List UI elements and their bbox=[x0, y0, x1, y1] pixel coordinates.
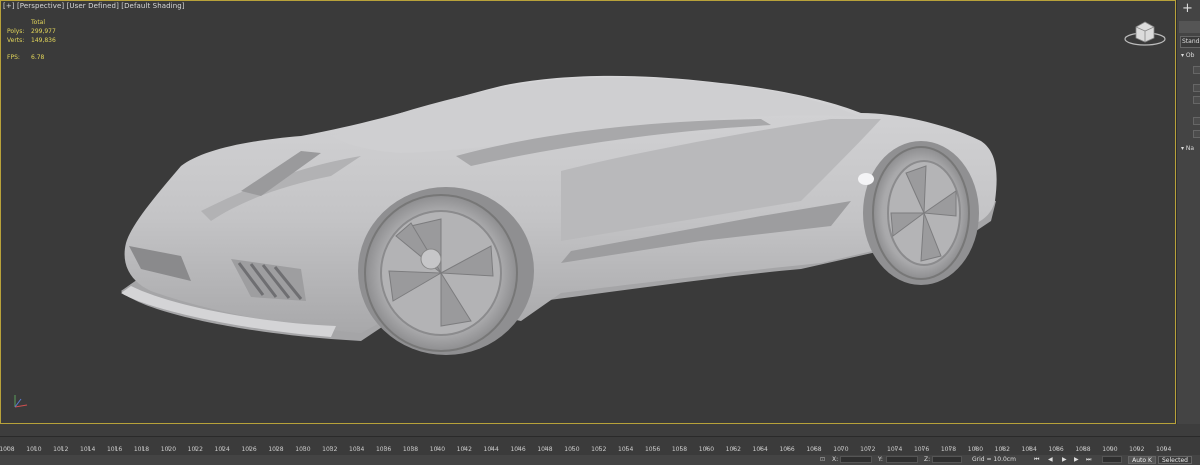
timeline-frame-label: 1014 bbox=[80, 446, 96, 453]
timeline-frame-label: 1048 bbox=[537, 446, 553, 453]
object-type-icons[interactable] bbox=[1179, 21, 1200, 33]
timeline-frame-label: 1058 bbox=[671, 446, 688, 453]
timeline-frame-label: 1020 bbox=[160, 446, 177, 453]
timeline-frame-label: 1080 bbox=[967, 446, 984, 453]
viewcube-icon[interactable] bbox=[1123, 17, 1167, 47]
timeline-frame-label: 1056 bbox=[644, 446, 661, 453]
timeline-frame-label: 1068 bbox=[806, 446, 822, 453]
timeline-frame-label: 1086 bbox=[1048, 446, 1064, 453]
timeline-frame-label: 1072 bbox=[860, 446, 876, 453]
z-coord-label: Z: bbox=[924, 456, 931, 463]
polys-value: 299,977 bbox=[31, 28, 56, 35]
x-coord-label: X: bbox=[832, 456, 839, 463]
timeline-frame-label: 1038 bbox=[402, 446, 419, 453]
polys-label: Polys: bbox=[7, 28, 25, 35]
axis-gizmo-icon bbox=[14, 395, 28, 408]
timeline-frame-label: 1016 bbox=[106, 446, 123, 453]
viewport-label[interactable]: [+] [Perspective] [User Defined] [Defaul… bbox=[3, 2, 185, 10]
timeline-frame-label: 1084 bbox=[1021, 446, 1037, 453]
timeline-frame-label: 1024 bbox=[214, 446, 230, 453]
timeline-frame-label: 1010 bbox=[26, 446, 42, 453]
object-type-rollout-label: Ob bbox=[1185, 52, 1195, 59]
object-category-dropdown[interactable]: Standa bbox=[1180, 36, 1200, 48]
create-tab-button[interactable]: + bbox=[1182, 1, 1193, 16]
stats-total: Total bbox=[31, 19, 46, 26]
timeline-frame-label: 1022 bbox=[187, 446, 203, 453]
status-bar: ⊡ X: Y: Z: Grid = 10.0cm ⏮ ◀ ▶ ▶ ⏭ Auto … bbox=[0, 455, 1200, 465]
timeline-frame-label: 1066 bbox=[779, 446, 795, 453]
timeline-frame-label: 1040 bbox=[429, 446, 446, 453]
perspective-viewport[interactable]: [+] [Perspective] [User Defined] [Defaul… bbox=[0, 0, 1176, 424]
timeline-frame-label: 1042 bbox=[456, 446, 472, 453]
panel-button-5[interactable] bbox=[1193, 130, 1200, 138]
x-coord-field[interactable] bbox=[840, 456, 872, 463]
auto-key-button[interactable]: Auto K bbox=[1128, 456, 1156, 464]
timeline-frame-label: 1044 bbox=[483, 446, 499, 453]
timeline-frame-label: 1092 bbox=[1129, 446, 1145, 453]
panel-button-3[interactable] bbox=[1193, 96, 1200, 104]
object-type-rollout[interactable]: ▾ Ob bbox=[1181, 52, 1194, 59]
panel-button-1[interactable] bbox=[1193, 66, 1200, 74]
timeline-frame-label: 1078 bbox=[940, 446, 957, 453]
timeline-frame-label: 1018 bbox=[133, 446, 150, 453]
fps-value: 6.78 bbox=[31, 54, 45, 61]
grid-size-text: Grid = 10.0cm bbox=[972, 456, 1016, 463]
z-coord-field[interactable] bbox=[932, 456, 962, 463]
timeline-frame-label: 1064 bbox=[752, 446, 768, 453]
previous-frame-icon[interactable]: ◀ bbox=[1048, 456, 1053, 463]
timeline-frame-label: 1050 bbox=[564, 446, 580, 453]
timeline-frame-label: 1082 bbox=[994, 446, 1010, 453]
timeline-frame-label: 1026 bbox=[241, 446, 257, 453]
selected-dropdown[interactable]: Selected bbox=[1158, 456, 1192, 464]
timeline-frame-label: 1012 bbox=[53, 446, 69, 453]
timeline-frame-label: 1054 bbox=[618, 446, 634, 453]
timeline-frame-label: 1060 bbox=[698, 446, 715, 453]
timeline-frame-label: 1030 bbox=[295, 446, 311, 453]
car-model bbox=[121, 75, 997, 355]
timeline-frame-label: 1090 bbox=[1102, 446, 1118, 453]
timeline-frame-label: 1052 bbox=[591, 446, 607, 453]
current-frame-field[interactable] bbox=[1102, 456, 1122, 463]
go-to-start-icon[interactable]: ⏮ bbox=[1034, 456, 1039, 464]
timeline-frame-label: 1028 bbox=[268, 446, 284, 453]
command-panel: + Standa ▾ Ob ▾ Na bbox=[1176, 0, 1200, 424]
timeline-frame-label: 1008 bbox=[0, 446, 15, 453]
panel-button-2[interactable] bbox=[1193, 84, 1200, 92]
timeline-frame-label: 1074 bbox=[887, 446, 903, 453]
timeline-ruler[interactable]: 1008 1010 1012 1014 1016 1018 1020 1022 1024 1026… bbox=[0, 436, 1200, 455]
timeline-frame-label: 1070 bbox=[833, 446, 849, 453]
go-to-end-icon[interactable]: ⏭ bbox=[1086, 456, 1091, 464]
verts-value: 149,836 bbox=[31, 37, 56, 44]
timeline-frame-label: 1062 bbox=[725, 446, 741, 453]
selection-lock-icon[interactable]: ⊡ bbox=[820, 456, 825, 463]
play-icon[interactable]: ▶ bbox=[1062, 456, 1067, 463]
timeline-frame-label: 1088 bbox=[1075, 446, 1091, 453]
timeline-frame-label: 1036 bbox=[375, 446, 392, 453]
timeline-frame-label: 1032 bbox=[322, 446, 338, 453]
timeline-frame-label: 1076 bbox=[913, 446, 930, 453]
next-frame-icon[interactable]: ▶ bbox=[1074, 456, 1079, 463]
timeline-frame-label: 1046 bbox=[510, 446, 526, 453]
y-coord-field[interactable] bbox=[886, 456, 918, 463]
timeline-frame-label: 1094 bbox=[1156, 446, 1172, 453]
verts-label: Verts: bbox=[7, 37, 25, 44]
fps-label: FPS: bbox=[7, 54, 20, 61]
timeline-frame-label: 1034 bbox=[349, 446, 365, 453]
y-coord-label: Y: bbox=[878, 456, 883, 463]
viewport-statistics: Total Polys: 299,977 Verts: 149,836 FPS:… bbox=[7, 18, 56, 62]
name-color-rollout-label: Na bbox=[1185, 145, 1195, 152]
name-color-rollout[interactable]: ▾ Na bbox=[1181, 145, 1194, 152]
panel-button-4[interactable] bbox=[1193, 117, 1200, 125]
